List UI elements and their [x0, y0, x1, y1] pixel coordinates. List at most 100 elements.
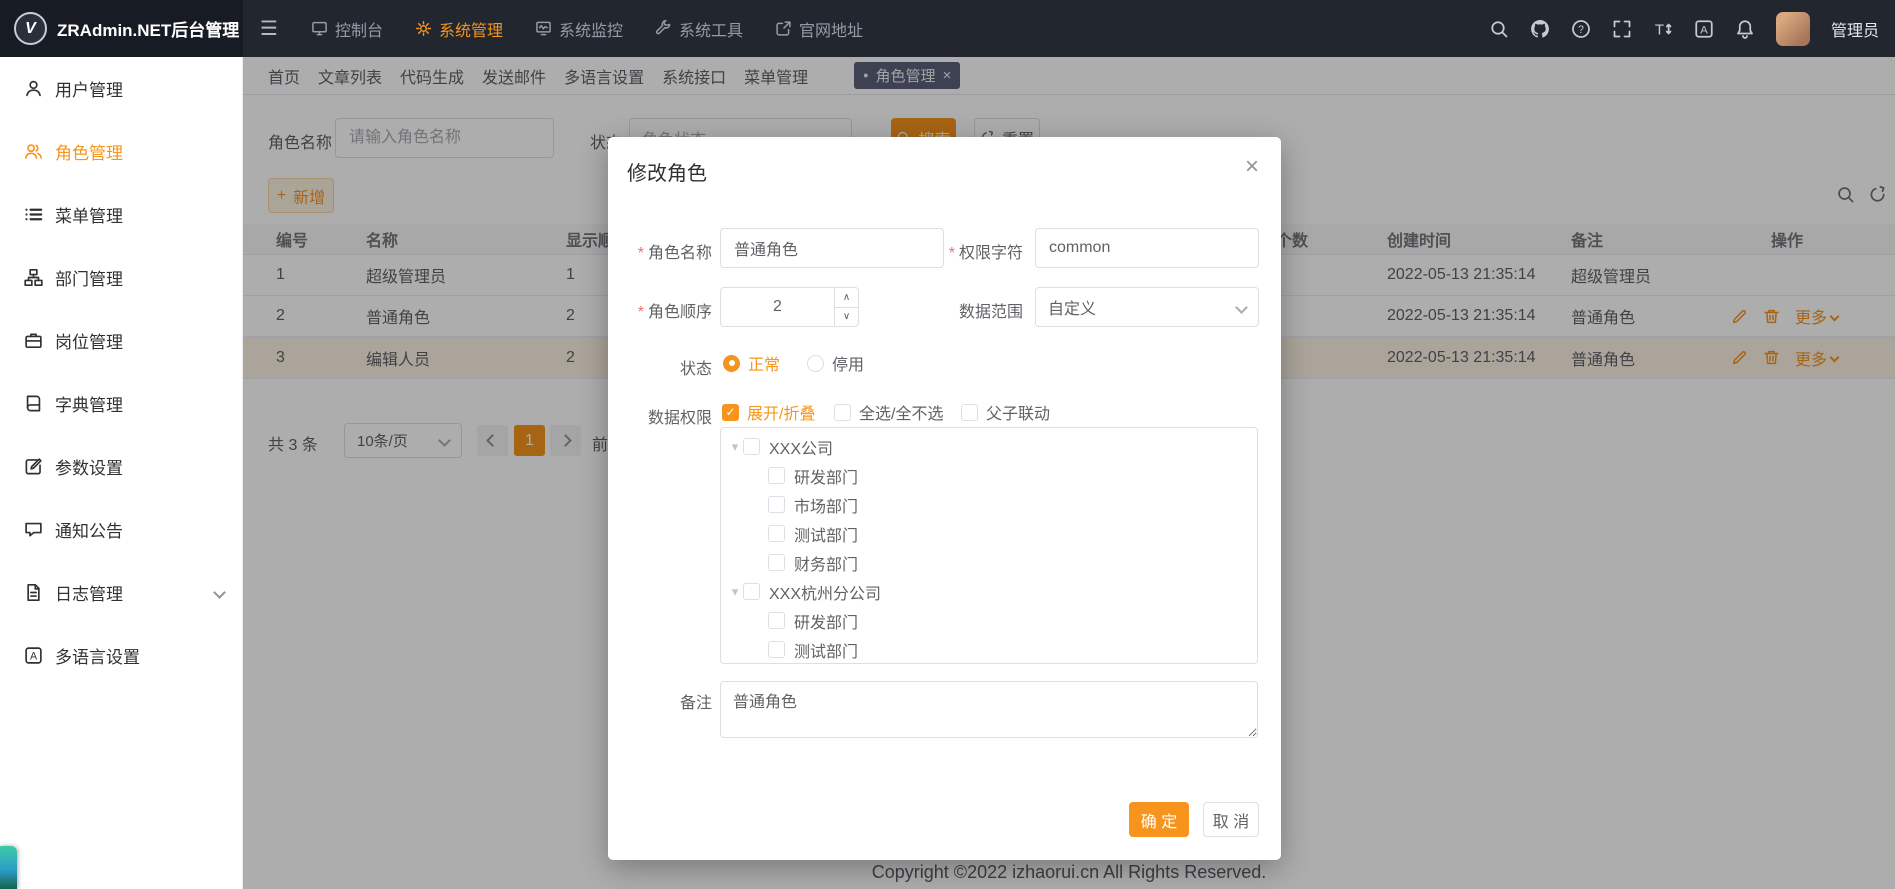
nav-item-system-monitor[interactable]: 系统监控	[519, 0, 639, 57]
tree-node-parent[interactable]: ▾ XXX杭州分公司	[721, 577, 1257, 606]
radio-label: 停用	[832, 351, 864, 375]
top-nav: 控制台 系统管理 系统监控 系统工具 官网地址	[295, 0, 879, 57]
select-all-checkbox[interactable]: 全选/全不选	[834, 400, 943, 424]
nav-item-system-manage[interactable]: 系统管理	[399, 0, 519, 57]
font-size-icon[interactable]: T	[1653, 19, 1673, 39]
role-sort-input[interactable]: 2 ∧ ∨	[720, 287, 859, 327]
tree-checkbox[interactable]	[768, 525, 785, 542]
checkbox-label: 全选/全不选	[859, 400, 943, 424]
briefcase-icon	[24, 331, 43, 350]
chat-bubble-icon	[24, 520, 43, 539]
checkbox-checked-icon: ✓	[722, 404, 739, 421]
help-icon[interactable]: ?	[1571, 19, 1591, 39]
sidebar-item-notices[interactable]: 通知公告	[0, 498, 242, 561]
caret-down-icon[interactable]: ▾	[727, 584, 743, 600]
svg-text:T: T	[1655, 21, 1664, 38]
cancel-button[interactable]: 取 消	[1203, 802, 1259, 837]
translate-icon[interactable]: A	[1694, 19, 1714, 39]
data-permission-label: 数据权限	[608, 404, 712, 428]
data-scope-value: 自定义	[1048, 295, 1096, 319]
sidebar-item-roles[interactable]: 角色管理	[0, 120, 242, 183]
dialog-title: 修改角色	[627, 157, 707, 186]
tree-node-label: XXX公司	[769, 435, 833, 459]
tree-node-parent[interactable]: ▾ XXX公司	[721, 432, 1257, 461]
sidebar-item-parameters[interactable]: 参数设置	[0, 435, 242, 498]
checkbox-label: 父子联动	[986, 400, 1050, 424]
status-normal-radio[interactable]: 正常	[723, 351, 780, 375]
role-name-label: *角色名称	[608, 239, 712, 263]
role-key-input[interactable]	[1035, 228, 1259, 268]
number-spinner: ∧ ∨	[834, 288, 858, 326]
github-icon[interactable]	[1530, 19, 1550, 39]
increase-icon[interactable]: ∧	[835, 288, 858, 308]
tree-node-label: 财务部门	[794, 551, 858, 575]
parent-child-link-checkbox[interactable]: 父子联动	[961, 400, 1050, 424]
edit-role-dialog: 修改角色 × *角色名称 *权限字符 *角色顺序 2 ∧ ∨ 数据范围 自定义 …	[608, 137, 1281, 860]
nav-label: 系统监控	[559, 17, 623, 41]
avatar[interactable]	[1776, 12, 1810, 46]
tree-node-child[interactable]: 测试部门	[721, 635, 1257, 664]
fullscreen-icon[interactable]	[1612, 19, 1632, 39]
decrease-icon[interactable]: ∨	[835, 308, 858, 327]
bell-icon[interactable]	[1735, 19, 1755, 39]
chevron-down-icon	[1235, 301, 1248, 314]
radio-label: 正常	[748, 351, 780, 375]
svg-text:?: ?	[1578, 23, 1584, 35]
checkbox-label: 展开/折叠	[747, 400, 815, 424]
sidebar-item-users[interactable]: 用户管理	[0, 57, 242, 120]
tree-node-label: 研发部门	[794, 609, 858, 633]
users-icon	[24, 142, 43, 161]
dialog-close-icon[interactable]: ×	[1245, 155, 1259, 179]
tree-checkbox[interactable]	[768, 467, 785, 484]
tree-checkbox[interactable]	[768, 496, 785, 513]
document-icon	[24, 583, 43, 602]
sidebar-item-label: 日志管理	[55, 580, 123, 605]
nav-item-system-tools[interactable]: 系统工具	[639, 0, 759, 57]
sidebar-item-menus[interactable]: 菜单管理	[0, 183, 242, 246]
sidebar-item-dictionary[interactable]: 字典管理	[0, 372, 242, 435]
status-disabled-radio[interactable]: 停用	[807, 351, 864, 375]
radio-checked-icon	[723, 355, 740, 372]
hamburger-icon[interactable]: ☰	[243, 16, 295, 41]
tree-node-label: 测试部门	[794, 638, 858, 662]
monitor-pulse-icon	[535, 20, 552, 37]
tree-checkbox[interactable]	[768, 641, 785, 658]
tree-checkbox[interactable]	[743, 583, 760, 600]
nav-item-official-site[interactable]: 官网地址	[759, 0, 879, 57]
remark-textarea[interactable]: 普通角色	[720, 681, 1258, 738]
devtools-widget[interactable]	[0, 846, 17, 889]
confirm-button[interactable]: 确 定	[1129, 802, 1189, 837]
sidebar-item-label: 字典管理	[55, 391, 123, 416]
tree-checkbox[interactable]	[768, 554, 785, 571]
logo-icon: V	[14, 12, 47, 45]
expand-collapse-checkbox[interactable]: ✓ 展开/折叠	[722, 400, 815, 424]
caret-down-icon[interactable]: ▾	[727, 439, 743, 455]
logo[interactable]: V ZRAdmin.NET后台管理	[0, 0, 243, 57]
checkbox-icon	[961, 404, 978, 421]
org-tree-icon	[24, 268, 43, 287]
nav-label: 系统工具	[679, 17, 743, 41]
tree-node-child[interactable]: 研发部门	[721, 606, 1257, 635]
svg-text:A: A	[1700, 24, 1708, 36]
radio-icon	[807, 355, 824, 372]
sidebar-item-languages[interactable]: A 多语言设置	[0, 624, 242, 687]
user-name[interactable]: 管理员	[1831, 17, 1879, 41]
sidebar-item-logs[interactable]: 日志管理	[0, 561, 242, 624]
external-link-icon	[775, 20, 792, 37]
data-scope-select[interactable]: 自定义	[1035, 287, 1259, 327]
tree-checkbox[interactable]	[743, 438, 760, 455]
sidebar-item-posts[interactable]: 岗位管理	[0, 309, 242, 372]
tree-node-child[interactable]: 市场部门	[721, 490, 1257, 519]
tree-checkbox[interactable]	[768, 612, 785, 629]
nav-item-console[interactable]: 控制台	[295, 0, 399, 57]
sidebar-item-label: 角色管理	[55, 139, 123, 164]
search-icon[interactable]	[1489, 19, 1509, 39]
sidebar-item-departments[interactable]: 部门管理	[0, 246, 242, 309]
sidebar-item-label: 通知公告	[55, 517, 123, 542]
tree-node-child[interactable]: 财务部门	[721, 548, 1257, 577]
tree-node-child[interactable]: 研发部门	[721, 461, 1257, 490]
nav-label: 控制台	[335, 17, 383, 41]
tree-node-child[interactable]: 测试部门	[721, 519, 1257, 548]
list-icon	[24, 205, 43, 224]
wrench-icon	[655, 20, 672, 37]
